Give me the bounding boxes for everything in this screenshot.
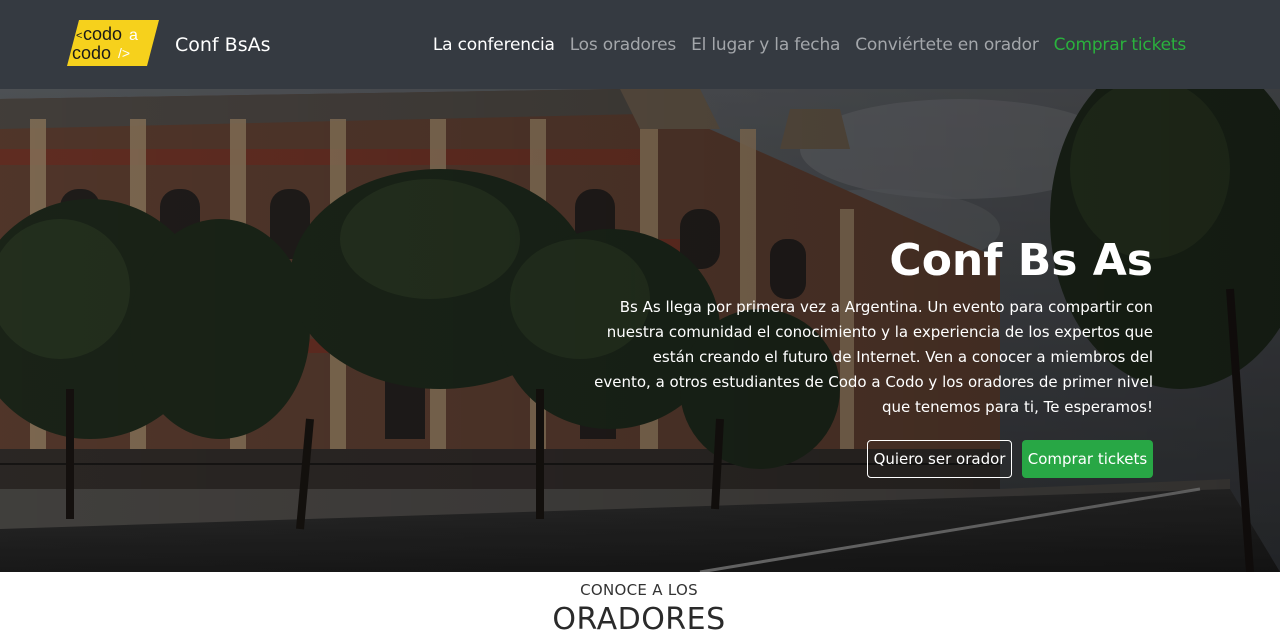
logo-text-a: a: [129, 27, 138, 44]
hero-section: Conf Bs As Bs As llega por primera vez a…: [0, 89, 1280, 572]
hero-title: Conf Bs As: [889, 235, 1153, 286]
speakers-section-title: ORADORES: [552, 602, 726, 637]
quiero-ser-orador-button[interactable]: Quiero ser orador: [867, 440, 1012, 478]
nav-link-la-conferencia[interactable]: La conferencia: [433, 33, 555, 57]
nav-link-comprar-tickets[interactable]: Comprar tickets: [1054, 33, 1187, 57]
codo-a-codo-logo[interactable]: < codo a codo />: [67, 20, 159, 66]
navbar: < codo a codo /> Conf BsAs La conferenci…: [0, 0, 1280, 89]
logo-text-line1: codo: [83, 24, 122, 44]
nav-link-conviertete-en-orador[interactable]: Conviértete en orador: [855, 33, 1039, 57]
logo-text-suffix: />: [118, 45, 130, 61]
logo-text-prefix: <: [76, 30, 82, 42]
logo-text-line2: codo: [72, 43, 111, 63]
comprar-tickets-button[interactable]: Comprar tickets: [1022, 440, 1153, 478]
nav-link-los-oradores[interactable]: Los oradores: [570, 33, 677, 57]
nav-link-el-lugar-y-la-fecha[interactable]: El lugar y la fecha: [691, 33, 840, 57]
hero-description: Bs As llega por primera vez a Argentina.…: [594, 298, 1153, 416]
nav-links: La conferencia Los oradores El lugar y l…: [418, 33, 1186, 57]
speakers-section-subtitle: CONOCE A LOS: [580, 581, 698, 599]
brand-name[interactable]: Conf BsAs: [175, 33, 271, 57]
